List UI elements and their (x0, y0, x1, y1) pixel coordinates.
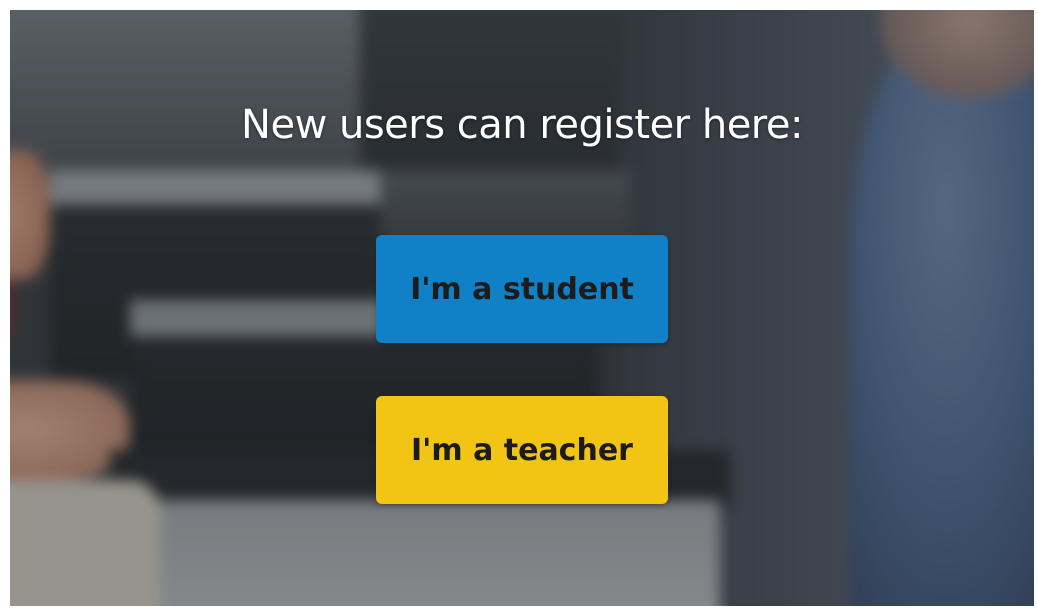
teacher-register-button[interactable]: I'm a teacher (376, 396, 668, 504)
register-content: New users can register here: I'm a stude… (10, 10, 1034, 606)
register-heading: New users can register here: (241, 102, 803, 148)
register-panel: New users can register here: I'm a stude… (10, 10, 1034, 606)
student-register-button[interactable]: I'm a student (376, 235, 668, 343)
